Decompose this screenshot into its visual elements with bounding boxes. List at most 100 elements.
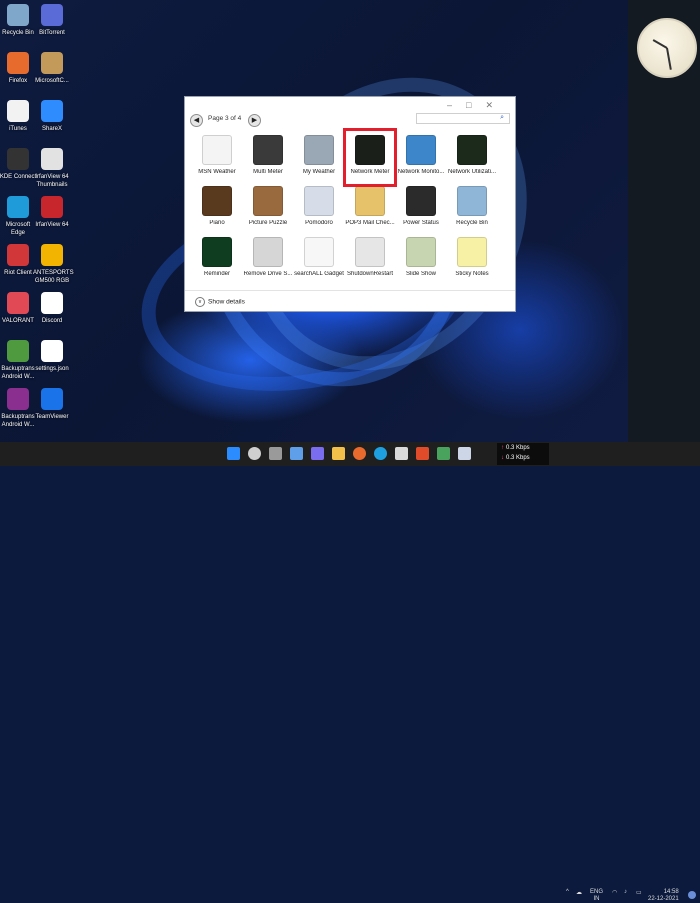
desktop-icon-label: TeamViewer: [35, 414, 69, 420]
gadget-item[interactable]: Recycle Bin: [446, 186, 498, 226]
gadget-item[interactable]: Multi Meter: [242, 135, 294, 175]
gadget-item[interactable]: Sticky Notes: [446, 237, 498, 277]
gadget-label: Pomodoro: [305, 220, 333, 226]
cloud-icon[interactable]: ☁: [576, 889, 582, 896]
desktop-icon[interactable]: MicrosoftC...: [33, 52, 71, 85]
gadget-item[interactable]: My Weather: [293, 135, 345, 175]
mail-icon: [355, 186, 385, 216]
search-icon[interactable]: [248, 447, 261, 460]
task-view-icon[interactable]: [269, 447, 282, 460]
gadget-label: Reminder: [203, 271, 230, 277]
terminal-icon: [457, 135, 487, 165]
wifi-icon[interactable]: ◠: [612, 889, 617, 896]
recycle-bin-icon: [7, 4, 29, 26]
window-controls[interactable]: –□✕: [447, 100, 507, 111]
battery-icon[interactable]: ▭: [636, 889, 642, 896]
desktop-icon-label: Firefox: [8, 78, 28, 84]
google-icon: [304, 237, 334, 267]
desktop-icon-label: IrfanView 64 Thumbnails: [35, 174, 69, 188]
puzzle-icon: [253, 186, 283, 216]
meter-icon: [253, 135, 283, 165]
gadget-label: Network Monito...: [397, 169, 445, 175]
previous-page-button[interactable]: ◀: [190, 114, 203, 127]
desktop-icon[interactable]: Backuptrans Android W...: [0, 340, 37, 381]
gadget-label: Slide Show: [405, 271, 437, 277]
gadget-label: Multi Meter: [253, 169, 283, 175]
language-indicator[interactable]: ENG IN: [590, 889, 603, 903]
edge-icon[interactable]: [374, 447, 387, 460]
app-icon[interactable]: [437, 447, 450, 460]
next-page-button[interactable]: ▶: [248, 114, 261, 127]
file-explorer-icon[interactable]: [332, 447, 345, 460]
reminder-icon: [202, 237, 232, 267]
valorant-icon: [7, 292, 29, 314]
app-icon[interactable]: [395, 447, 408, 460]
search-icon[interactable]: ⌕: [500, 114, 504, 122]
desktop-icon[interactable]: Firefox: [0, 52, 37, 85]
gadget-item[interactable]: MSN Weather: [191, 135, 243, 175]
power-icon: [355, 237, 385, 267]
desktop-icon[interactable]: Recycle Bin: [0, 4, 37, 37]
desktop-icon[interactable]: ShareX: [33, 100, 71, 133]
notification-icon[interactable]: [688, 891, 696, 899]
gadget-item[interactable]: POP3 Mail Chec...: [344, 186, 396, 226]
irfanview-red-icon: [41, 196, 63, 218]
time-label: 14:58: [663, 889, 679, 895]
desktop-icon[interactable]: VALORANT: [0, 292, 37, 325]
kde-connect-icon: [7, 148, 29, 170]
desktop-icon[interactable]: settings.json: [33, 340, 71, 373]
widgets-icon[interactable]: [290, 447, 303, 460]
desktop-icon-label: Backuptrans Android W...: [1, 414, 35, 428]
gadget-item[interactable]: Reminder: [191, 237, 243, 277]
region-label: IN: [593, 896, 600, 902]
desktop-icon-label: KDE Connect: [0, 174, 37, 180]
gadget-item[interactable]: Network Monito...: [395, 135, 447, 175]
search-input[interactable]: ⌕: [416, 113, 510, 124]
gadget-item[interactable]: ShutdownRestart: [344, 237, 396, 277]
desktop-icon[interactable]: Backuptrans Android W...: [0, 388, 37, 429]
desktop-icon-label: Backuptrans Android W...: [1, 366, 35, 380]
gadget-item[interactable]: Piano: [191, 186, 243, 226]
gadget-item[interactable]: Network Utilizati...: [446, 135, 498, 175]
desktop-icon-label: Discord: [41, 318, 63, 324]
clock-gadget[interactable]: [637, 18, 697, 78]
desktop-icon[interactable]: Riot Client: [0, 244, 37, 277]
gadget-item[interactable]: Slide Show: [395, 237, 447, 277]
gadget-item[interactable]: searchALL Gadget: [293, 237, 345, 277]
bittorrent-icon: [41, 4, 63, 26]
riot-icon: [7, 244, 29, 266]
start-icon[interactable]: [227, 447, 240, 460]
desktop-icon[interactable]: IrfanView 64: [33, 196, 71, 229]
clock[interactable]: 14:58 22-12-2021: [648, 889, 679, 903]
volume-icon[interactable]: ♪: [624, 889, 627, 895]
desktop-icon[interactable]: IrfanView 64 Thumbnails: [33, 148, 71, 189]
chat-icon[interactable]: [311, 447, 324, 460]
desktop-icon-label: ShareX: [41, 126, 62, 132]
desktop-icon[interactable]: KDE Connect: [0, 148, 37, 181]
gadget-item[interactable]: Remove Drive S...: [242, 237, 294, 277]
desktop-icon[interactable]: ANTESPORTS GM500 RGB: [33, 244, 74, 285]
desktop-icon[interactable]: Microsoft Edge: [0, 196, 37, 237]
gadget-item[interactable]: Pomodoro: [293, 186, 345, 226]
gadget-label: Power Status: [403, 220, 439, 226]
desktop-icon[interactable]: TeamViewer: [33, 388, 71, 421]
office-icon[interactable]: [416, 447, 429, 460]
piano-icon: [202, 186, 232, 216]
show-details-button[interactable]: v Show details: [195, 297, 245, 307]
desktop-icon[interactable]: iTunes: [0, 100, 37, 133]
gadget-label: My Weather: [302, 169, 336, 175]
weather-icon: [304, 135, 334, 165]
desktop-icon[interactable]: Discord: [33, 292, 71, 325]
package-icon: [41, 52, 63, 74]
gadget-item[interactable]: Picture Puzzle: [242, 186, 294, 226]
gadgets-taskbar-icon[interactable]: [458, 447, 471, 460]
chevron-up-icon[interactable]: ^: [566, 889, 569, 895]
minute-hand: [666, 47, 672, 70]
desktop-icon-label: ANTESPORTS GM500 RGB: [33, 270, 74, 284]
desktop-icon-label: Riot Client: [4, 270, 32, 276]
gadget-label: Picture Puzzle: [248, 220, 288, 226]
gadget-item[interactable]: Power Status: [395, 186, 447, 226]
desktop-icon[interactable]: BitTorrent: [33, 4, 71, 37]
firefox-icon[interactable]: [353, 447, 366, 460]
gadget-label: Recycle Bin: [456, 220, 488, 226]
